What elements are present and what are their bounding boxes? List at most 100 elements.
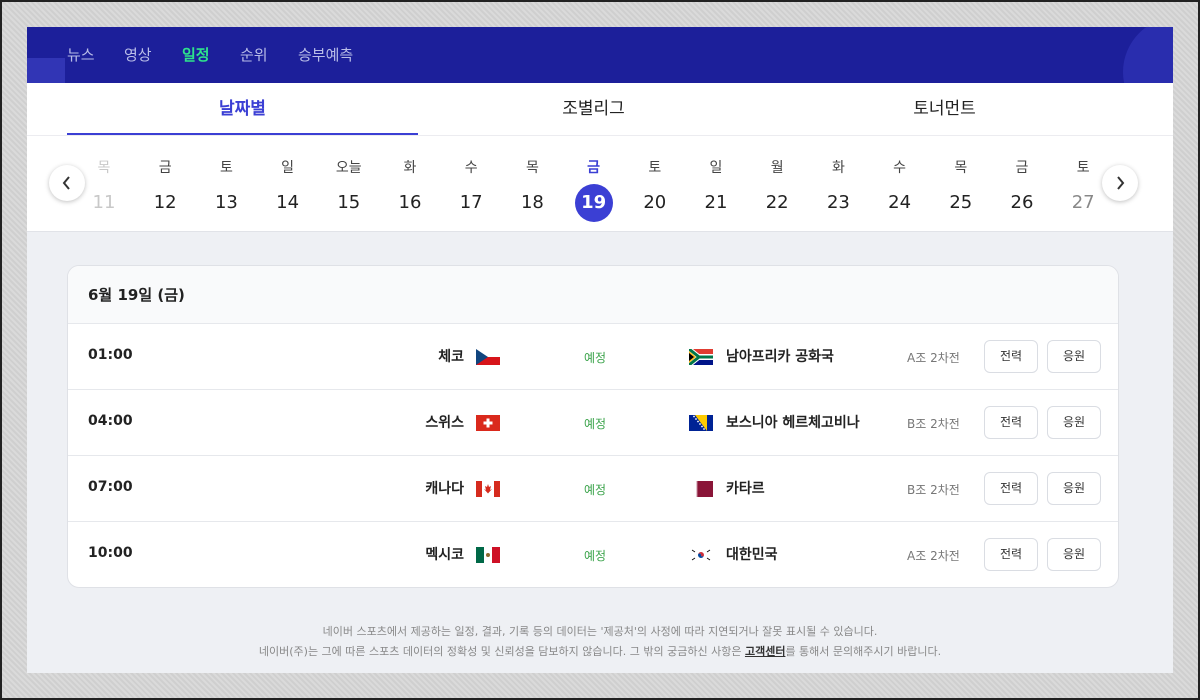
footer-line-2-tail: 를 통해서 문의해주시기 바랍니다. <box>785 645 942 658</box>
date-weekday: 화 <box>403 160 417 176</box>
footer-line-2: 네이버(주)는 그에 따른 스포츠 데이터의 정확성 및 신뢰성을 담보하지 않… <box>27 642 1173 662</box>
home-team: 멕시코 <box>425 547 464 563</box>
schedule-card: 6월 19일 (금) 01:00 체코 예정 남아프리카 공화국 A조 2차전 전력 응원 0… <box>67 265 1119 588</box>
customer-center-link[interactable]: 고객센터 <box>745 645 785 658</box>
date-weekday: 수 <box>464 160 478 176</box>
match-status: 예정 <box>584 549 607 563</box>
chevron-left-icon <box>62 176 70 190</box>
qatar-flag-icon <box>689 481 713 497</box>
next-dates-button[interactable] <box>1102 165 1138 201</box>
nav-item-news[interactable]: 뉴스 <box>67 44 95 65</box>
date-weekday: 토 <box>1076 160 1090 176</box>
nav-item-schedule[interactable]: 일정 <box>182 44 210 65</box>
date-weekday: 금 <box>158 160 172 176</box>
team-record-button[interactable]: 전력 <box>984 538 1038 571</box>
match-list: 01:00 체코 예정 남아프리카 공화국 A조 2차전 전력 응원 04:00 스위스 예정 보스… <box>68 324 1118 587</box>
team-record-button[interactable]: 전력 <box>984 406 1038 439</box>
footer-line-2-text: 네이버(주)는 그에 따른 스포츠 데이터의 정확성 및 신뢰성을 담보하지 않… <box>258 645 745 658</box>
date-item[interactable]: 수 24 <box>875 158 925 222</box>
away-team: 남아프리카 공화국 <box>726 349 834 365</box>
match-group-round: B조 2차전 <box>907 483 960 497</box>
date-number: 16 <box>398 192 422 213</box>
tab-tournament[interactable]: 토너먼트 <box>769 83 1120 136</box>
date-item[interactable]: 월 22 <box>752 158 802 222</box>
date-item[interactable]: 토 27 <box>1058 158 1108 222</box>
switzerland-flag-icon <box>476 415 500 431</box>
date-item[interactable]: 토 20 <box>630 158 680 222</box>
south-africa-flag-icon <box>689 349 713 365</box>
date-number: 24 <box>888 192 912 213</box>
date-item[interactable]: 오늘 15 <box>324 158 374 222</box>
cheer-button[interactable]: 응원 <box>1047 538 1101 571</box>
match-time: 07:00 <box>88 479 133 495</box>
date-number: 13 <box>214 192 238 213</box>
cheer-button[interactable]: 응원 <box>1047 472 1101 505</box>
date-number: 14 <box>276 192 300 213</box>
match-row: 07:00 캐나다 예정 카타르 B조 2차전 전력 응원 <box>68 456 1118 522</box>
date-number: 22 <box>765 192 789 213</box>
canada-flag-icon <box>476 481 500 497</box>
date-item[interactable]: 금 26 <box>997 158 1047 222</box>
date-number: 18 <box>520 192 544 213</box>
home-team: 스위스 <box>425 415 464 431</box>
tab-group-league[interactable]: 조별리그 <box>418 83 769 136</box>
match-status: 예정 <box>584 417 607 431</box>
date-weekday: 목 <box>97 160 111 176</box>
bosnia-flag-icon <box>689 415 713 431</box>
cheer-button[interactable]: 응원 <box>1047 406 1101 439</box>
date-item[interactable]: 목 18 <box>507 158 557 222</box>
date-item-selected[interactable]: 금 19 <box>569 158 619 222</box>
date-weekday: 화 <box>831 160 845 176</box>
date-item[interactable]: 목 11 <box>79 158 129 222</box>
chevron-right-icon <box>1117 176 1125 190</box>
date-item[interactable]: 수 17 <box>446 158 496 222</box>
team-record-button[interactable]: 전력 <box>984 472 1038 505</box>
date-weekday: 오늘 <box>335 160 362 176</box>
home-team: 체코 <box>438 349 464 365</box>
date-number: 12 <box>153 192 177 213</box>
date-item[interactable]: 일 14 <box>263 158 313 222</box>
date-weekday: 월 <box>770 160 784 176</box>
away-team: 보스니아 헤르체고비나 <box>726 415 860 431</box>
match-time: 10:00 <box>88 545 133 561</box>
match-group-round: A조 2차전 <box>907 351 960 365</box>
tab-by-date[interactable]: 날짜별 <box>67 83 418 136</box>
match-status: 예정 <box>584 483 607 497</box>
date-item[interactable]: 화 23 <box>813 158 863 222</box>
nav-item-video[interactable]: 영상 <box>124 44 152 65</box>
team-record-button[interactable]: 전력 <box>984 340 1038 373</box>
date-weekday: 토 <box>648 160 662 176</box>
date-number: 26 <box>1010 192 1034 213</box>
top-nav: 뉴스 영상 일정 순위 승부예측 <box>27 27 1173 83</box>
match-row: 04:00 스위스 예정 보스니아 헤르체고비나 B조 2차전 전력 응원 <box>68 390 1118 456</box>
nav-item-standings[interactable]: 순위 <box>240 44 268 65</box>
footer-line-1: 네이버 스포츠에서 제공하는 일정, 결과, 기록 등의 데이터는 '제공처'의… <box>322 625 878 638</box>
nav-item-prediction[interactable]: 승부예측 <box>298 44 353 65</box>
away-team: 카타르 <box>726 481 765 497</box>
home-team: 캐나다 <box>425 481 464 497</box>
date-number: 15 <box>337 192 361 213</box>
match-time: 04:00 <box>88 413 133 429</box>
nav-decoration-circle <box>1123 27 1173 83</box>
cheer-button[interactable]: 응원 <box>1047 340 1101 373</box>
date-item[interactable]: 일 21 <box>691 158 741 222</box>
date-item[interactable]: 토 13 <box>201 158 251 222</box>
date-item[interactable]: 금 12 <box>140 158 190 222</box>
mexico-flag-icon <box>476 547 500 563</box>
tab-divider <box>27 135 1173 136</box>
away-team: 대한민국 <box>726 547 778 563</box>
date-number: 17 <box>459 192 483 213</box>
prev-dates-button[interactable] <box>49 165 85 201</box>
schedule-date-heading: 6월 19일 (금) <box>68 266 1118 324</box>
nav-decoration <box>27 58 65 83</box>
match-status: 예정 <box>584 351 607 365</box>
date-item[interactable]: 목 25 <box>936 158 986 222</box>
date-item[interactable]: 화 16 <box>385 158 435 222</box>
date-weekday: 목 <box>954 160 968 176</box>
schedule-page: 뉴스 영상 일정 순위 승부예측 날짜별 조별리그 토너먼트 목 11 금 12 토 13… <box>27 27 1173 673</box>
match-row: 10:00 멕시코 예정 대한민국 A조 2차전 전력 응원 <box>68 522 1118 587</box>
match-row: 01:00 체코 예정 남아프리카 공화국 A조 2차전 전력 응원 <box>68 324 1118 390</box>
date-number: 11 <box>92 192 116 213</box>
date-number: 23 <box>826 192 850 213</box>
czech-flag-icon <box>476 349 500 365</box>
